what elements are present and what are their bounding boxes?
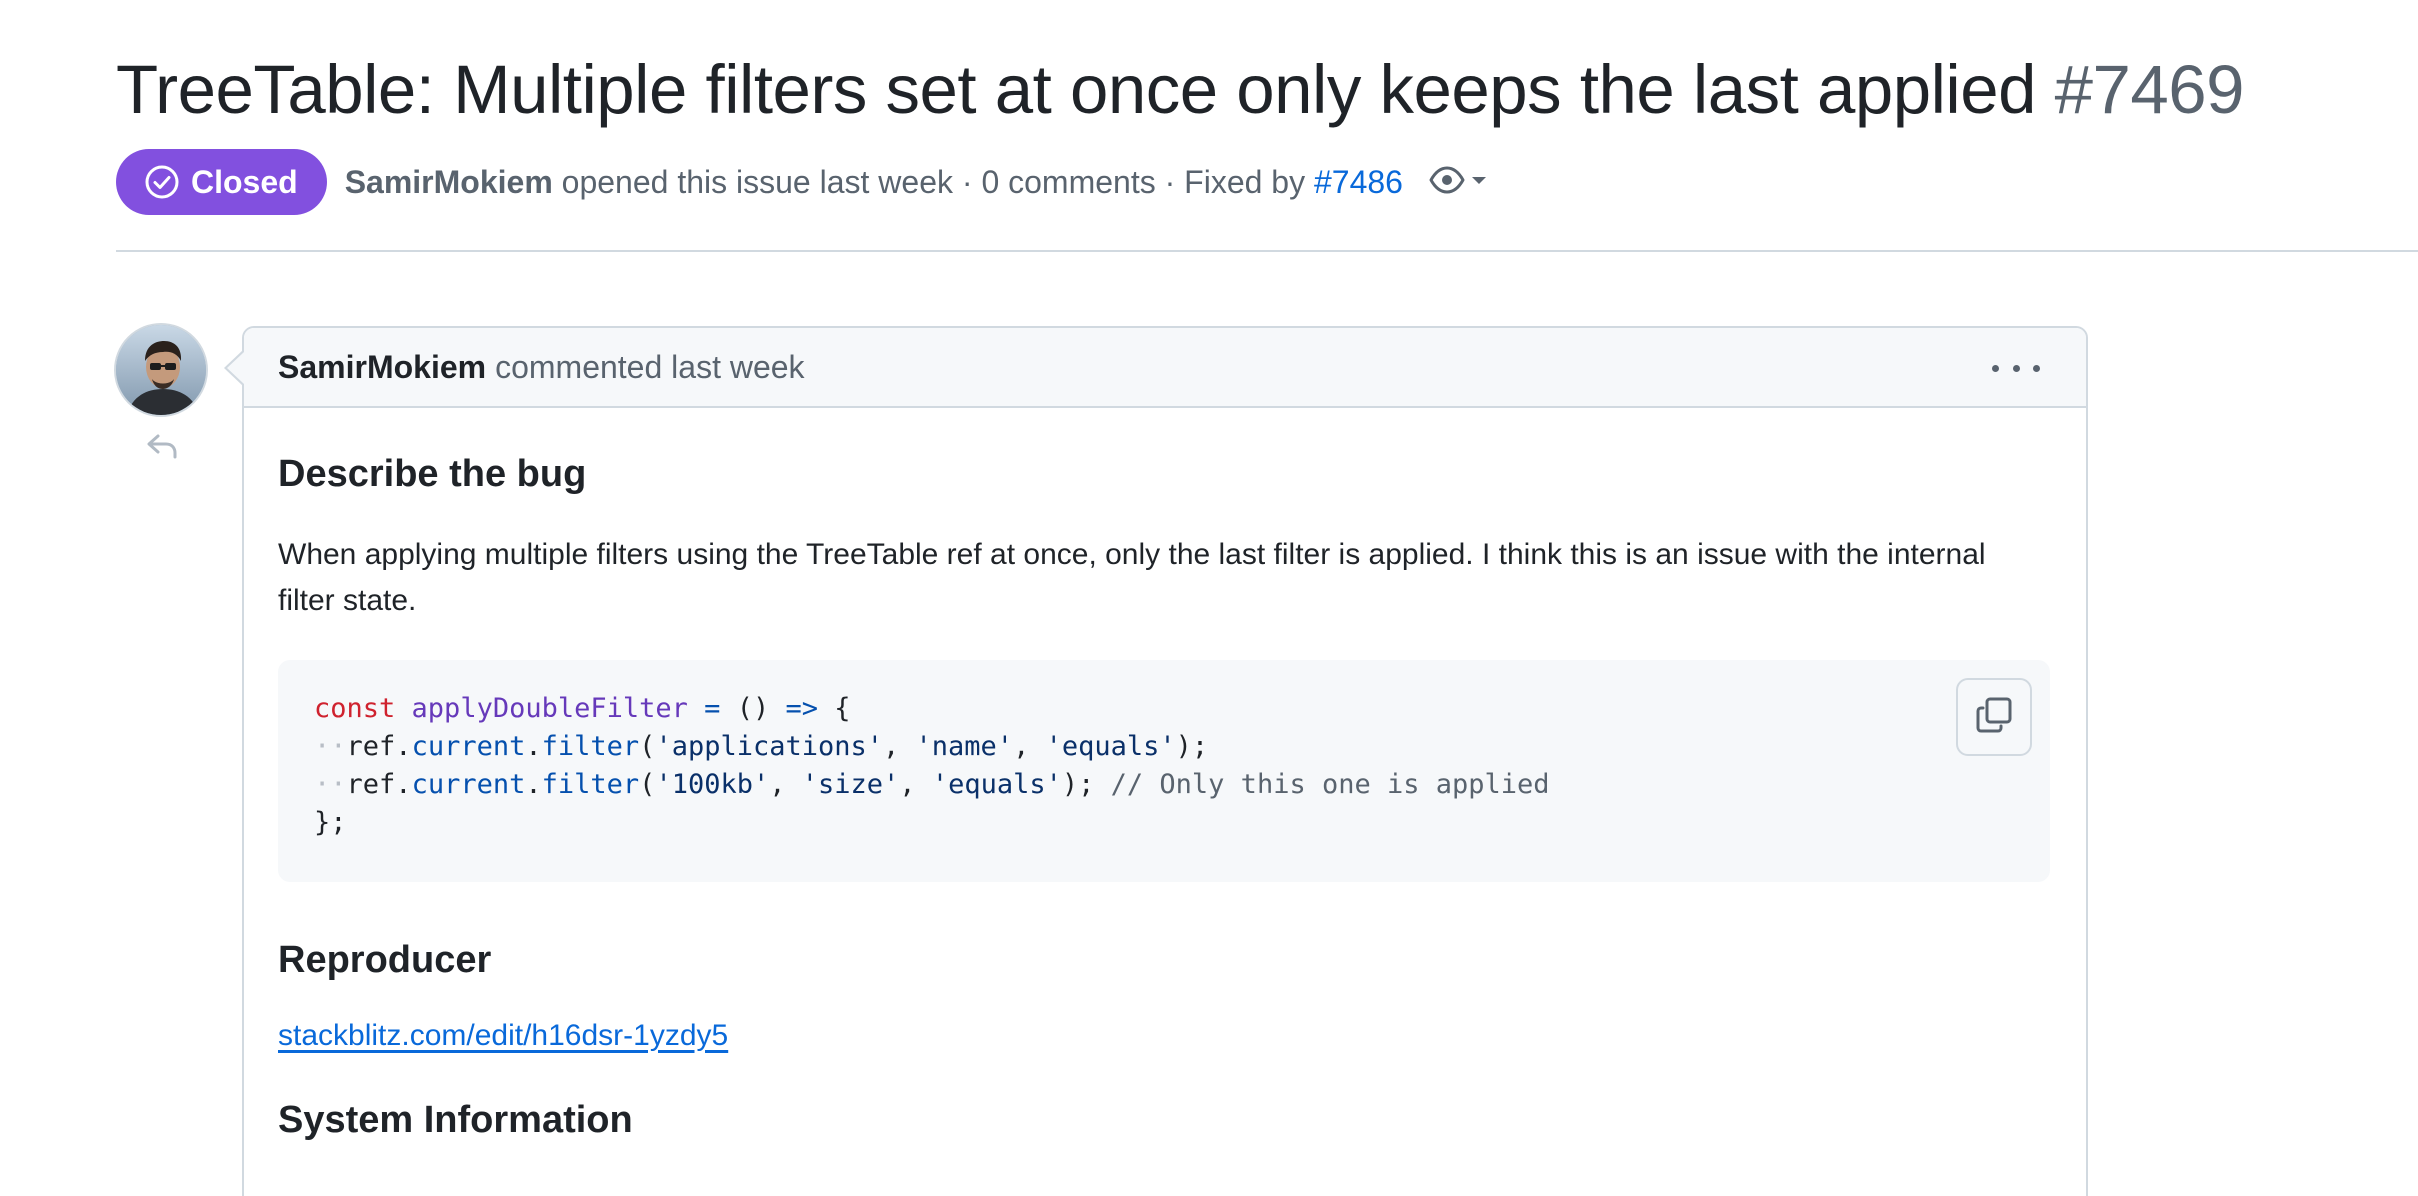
comment-timestamp[interactable]: commented last week	[495, 349, 804, 386]
comment-author-link[interactable]: SamirMokiem	[278, 349, 486, 386]
code-token: );	[1175, 731, 1209, 762]
issue-title-text: TreeTable: Multiple filters set at once …	[116, 51, 2037, 128]
code-token: current	[411, 731, 526, 762]
caret-down-icon	[1471, 173, 1487, 191]
code-token: );	[1061, 769, 1095, 800]
issue-page: TreeTable: Multiple filters set at once …	[0, 0, 2418, 1196]
check-circle-icon	[144, 164, 180, 200]
code-token: (	[639, 769, 656, 800]
code-token: ··	[314, 731, 347, 762]
code-token: const	[314, 693, 396, 724]
code-token: (	[639, 731, 656, 762]
comment-header: SamirMokiem commented last week	[244, 328, 2086, 408]
code-token: ()	[736, 693, 770, 724]
issue-title: TreeTable: Multiple filters set at once …	[116, 46, 2245, 134]
reply-icon[interactable]	[144, 428, 180, 464]
code-token: ,	[899, 769, 932, 800]
code-token: '100kb'	[655, 769, 770, 800]
code-token: {	[834, 693, 851, 724]
comments-count: 0 comments	[981, 163, 1156, 200]
heading-describe-bug: Describe the bug	[278, 453, 587, 495]
watch-dropdown[interactable]	[1429, 160, 1487, 204]
code-token: ··	[314, 769, 347, 800]
heading-reproducer: Reproducer	[278, 939, 492, 981]
code-token: ,	[1013, 731, 1046, 762]
code-token: .	[395, 731, 412, 762]
code-token: .	[395, 769, 412, 800]
code-token: ,	[883, 731, 916, 762]
fixed-by-label: Fixed by	[1184, 163, 1306, 200]
kebab-dot	[2012, 364, 2020, 372]
comment-body: Describe the bug When applying multiple …	[244, 408, 2086, 1144]
code-token: ref	[346, 731, 396, 762]
issue-number: #7469	[2054, 51, 2245, 128]
state-badge: Closed	[116, 149, 327, 215]
code-token: =>	[785, 693, 818, 724]
state-badge-label: Closed	[191, 163, 298, 200]
code-token: 'applications'	[655, 731, 884, 762]
code-line-2: ··ref.current.filter('applications', 'na…	[314, 728, 2014, 766]
comment-box: SamirMokiem commented last week Describe…	[242, 326, 2088, 1196]
issue-meta-text: SamirMokiem opened this issue last week …	[345, 164, 1403, 201]
code-token: 'equals'	[931, 769, 1062, 800]
code-token: applyDoubleFilter	[411, 693, 688, 724]
kebab-horizontal-icon[interactable]	[1992, 350, 2040, 386]
heading-system-information: System Information	[278, 1099, 633, 1141]
code-token: ,	[769, 769, 802, 800]
opened-text: opened this issue last week	[561, 163, 953, 200]
kebab-dot	[2033, 364, 2040, 372]
code-line-3: ··ref.current.filter('100kb', 'size', 'e…	[314, 766, 2014, 804]
code-token: 'name'	[915, 731, 1014, 762]
code-token: ref	[346, 769, 396, 800]
kebab-dot	[1992, 364, 1999, 372]
issue-meta-row: Closed SamirMokiem opened this issue las…	[116, 149, 1487, 215]
comment-pointer-fill	[227, 352, 244, 384]
issue-author-link[interactable]: SamirMokiem	[345, 164, 553, 201]
header-divider	[116, 250, 2418, 252]
bug-description: When applying multiple filters using the…	[278, 538, 1986, 617]
code-token: =	[704, 693, 721, 724]
code-token: .	[525, 769, 542, 800]
code-block: const applyDoubleFilter = () => { ··ref.…	[278, 660, 2050, 882]
reproducer-link[interactable]: stackblitz.com/edit/h16dsr-1yzdy5	[278, 1016, 728, 1056]
code-line-4: };	[314, 807, 347, 838]
copy-button[interactable]	[1956, 678, 2032, 756]
code-token: .	[525, 731, 542, 762]
avatar[interactable]	[114, 323, 208, 417]
copy-icon	[1975, 696, 2013, 739]
eye-icon	[1429, 165, 1465, 200]
fixed-by-pr-link[interactable]: #7486	[1314, 164, 1403, 201]
code-token: current	[411, 769, 526, 800]
meta-separator-1: ·	[961, 163, 973, 200]
code-token: filter	[541, 731, 640, 762]
code-comment: // Only this one is applied	[1110, 769, 1550, 800]
code-token: 'size'	[801, 769, 900, 800]
code-token: 'equals'	[1045, 731, 1176, 762]
code-token: filter	[541, 769, 640, 800]
meta-separator-2: ·	[1164, 163, 1176, 200]
code-line-1: const applyDoubleFilter = () => {	[314, 690, 2014, 728]
